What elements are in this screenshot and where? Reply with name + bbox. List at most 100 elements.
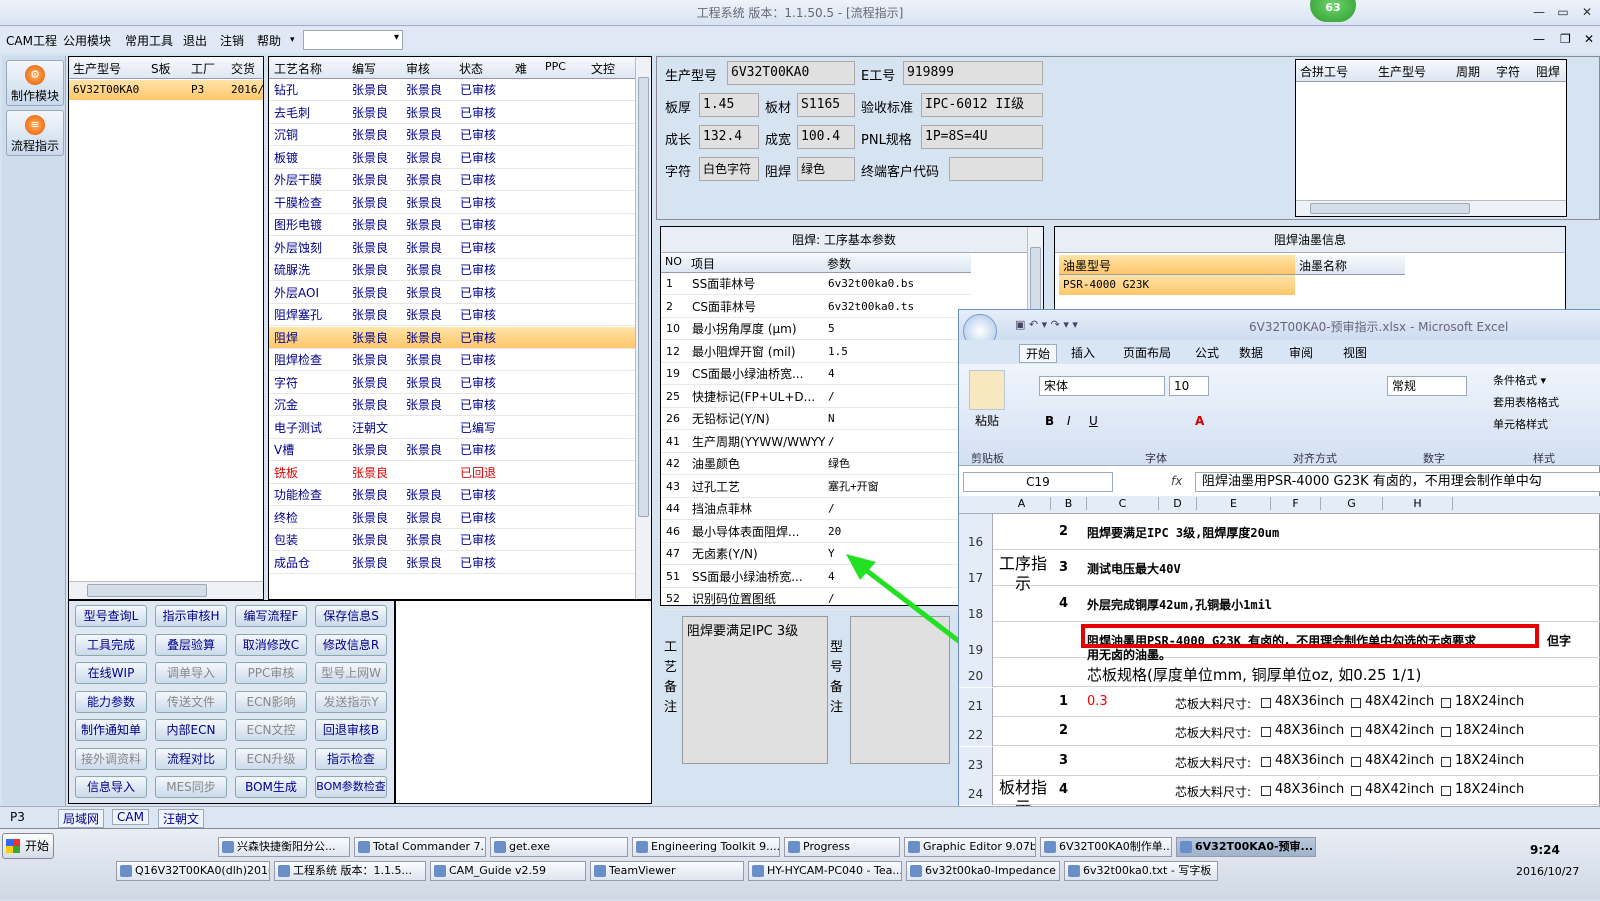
- mdi-min-button[interactable]: —: [1533, 32, 1545, 46]
- taskbar-item[interactable]: get.exe: [490, 837, 628, 857]
- column-header[interactable]: A: [993, 497, 1051, 510]
- taskbar-item[interactable]: Total Commander 7....: [354, 837, 486, 857]
- font-select[interactable]: 宋体: [1039, 376, 1165, 396]
- ribbon-tab[interactable]: 开始: [1019, 344, 1058, 363]
- checkbox[interactable]: [1351, 727, 1361, 737]
- action-button[interactable]: 在线WIP: [75, 662, 147, 684]
- number-format-select[interactable]: 常规: [1387, 376, 1467, 396]
- char-field[interactable]: 白色字符: [699, 157, 759, 181]
- taskbar-item[interactable]: 6v32t00ka0.txt - 写字板: [1064, 861, 1218, 881]
- table-row[interactable]: 钻孔 张景良 张景良 已审核: [269, 79, 635, 101]
- param-row[interactable]: 1 SS面菲林号 6v32t00ka0.bs: [661, 273, 971, 295]
- standard-field[interactable]: IPC-6012 II级: [921, 93, 1043, 117]
- col-item[interactable]: 项目: [691, 255, 715, 272]
- table-row[interactable]: 外层干膜 张景良 张景良 已审核: [269, 169, 635, 191]
- table-row[interactable]: 去毛刺 张景良 张景良 已审核: [269, 102, 635, 124]
- col-ink-name[interactable]: 油墨名称: [1299, 257, 1347, 274]
- underline-icon[interactable]: U: [1089, 414, 1098, 428]
- column-header[interactable]: G: [1321, 497, 1383, 510]
- action-button[interactable]: 能力参数: [75, 690, 147, 713]
- close-button[interactable]: ✕: [1578, 4, 1596, 20]
- size-select[interactable]: 10: [1169, 376, 1209, 396]
- status-cam[interactable]: CAM: [112, 809, 149, 825]
- menu-public[interactable]: 公用模块: [63, 32, 111, 49]
- table-row[interactable]: 成品仓 张景良 张景良 已审核: [269, 552, 635, 574]
- table-row[interactable]: 沉金 张景良 张景良 已审核: [269, 394, 635, 416]
- action-button[interactable]: 指示检查: [315, 747, 387, 770]
- action-button[interactable]: 修改信息R: [315, 633, 387, 656]
- maximize-button[interactable]: ▭: [1554, 4, 1572, 20]
- param-row[interactable]: 41 生产周期(YYWW/WWYY) /: [661, 431, 971, 453]
- menu-help[interactable]: 帮助: [257, 32, 281, 49]
- checkbox[interactable]: [1441, 727, 1451, 737]
- table-row[interactable]: 终检 张景良 张景良 已审核: [269, 507, 635, 529]
- action-button[interactable]: 取消修改C: [235, 633, 307, 656]
- name-box[interactable]: C19: [963, 472, 1113, 492]
- taskbar-item[interactable]: 6v32t00ka0-Impedance ...: [906, 861, 1060, 881]
- checkbox[interactable]: [1351, 697, 1361, 708]
- action-button[interactable]: 内部ECN: [155, 719, 227, 741]
- col-reviewer[interactable]: 审核: [406, 60, 430, 77]
- col-param[interactable]: 参数: [827, 255, 851, 272]
- model-field[interactable]: 6V32T00KA0: [727, 61, 855, 85]
- param-row[interactable]: 10 最小拐角厚度 (μm) 5: [661, 318, 971, 340]
- checkbox[interactable]: [1261, 727, 1271, 737]
- width-field[interactable]: 100.4: [797, 125, 855, 149]
- cell-style-button[interactable]: 单元格样式: [1493, 416, 1548, 432]
- ink-row[interactable]: PSR-4000 G23K: [1059, 275, 1295, 295]
- sheet-row[interactable]: 18 4 外层完成铜厚42um,孔铜最小1mil: [959, 586, 1600, 622]
- ribbon-tab[interactable]: 页面布局: [1123, 344, 1171, 361]
- conditional-format-button[interactable]: 条件格式 ▾: [1493, 372, 1546, 388]
- action-button[interactable]: 制作通知单: [75, 719, 147, 741]
- col-process[interactable]: 工艺名称: [274, 60, 322, 77]
- table-row[interactable]: 铣板 张景良 已回退: [269, 462, 635, 484]
- column-header[interactable]: C: [1087, 497, 1159, 510]
- checkbox[interactable]: [1261, 697, 1271, 708]
- fx-icon[interactable]: fx: [1171, 474, 1182, 488]
- taskbar-item[interactable]: Engineering Toolkit 9....: [632, 837, 780, 857]
- col-factory[interactable]: 工厂: [191, 60, 215, 77]
- col-merge-model[interactable]: 生产型号: [1378, 63, 1426, 80]
- sheet-row[interactable]: 20 芯板规格(厚度单位mm, 铜厚单位oz, 如0.25 1/1): [959, 658, 1600, 687]
- action-button[interactable]: 信息导入: [75, 776, 147, 798]
- menu-cam[interactable]: CAM工程: [6, 32, 57, 49]
- table-row[interactable]: 干膜检查 张景良 张景良 已审核: [269, 192, 635, 214]
- table-row[interactable]: 外层蚀刻 张景良 张景良 已审核: [269, 237, 635, 259]
- minimize-button[interactable]: —: [1530, 4, 1548, 20]
- action-button[interactable]: BOM参数检查: [315, 776, 387, 798]
- table-row[interactable]: 沉铜 张景良 张景良 已审核: [269, 124, 635, 146]
- menu-logout[interactable]: 注销: [220, 32, 244, 49]
- taskbar-item[interactable]: 兴森快捷衡阳分公...: [218, 837, 350, 857]
- checkbox[interactable]: [1441, 756, 1451, 767]
- checkbox[interactable]: [1351, 756, 1361, 767]
- col-s[interactable]: S板: [151, 60, 171, 77]
- col-doc[interactable]: 文控: [591, 60, 615, 77]
- sheet-row[interactable]: 23 3 芯板大料尺寸: 48X36inch 48X42inch 18X24inch: [959, 746, 1600, 776]
- soldermask-field[interactable]: 绿色: [797, 157, 855, 181]
- col-no[interactable]: NO: [665, 255, 682, 268]
- make-module-button[interactable]: ⚙ 制作模块: [6, 60, 64, 106]
- table-row[interactable]: V槽 张景良 张景良 已审核: [269, 439, 635, 461]
- column-header[interactable]: F: [1271, 497, 1321, 510]
- action-button[interactable]: BOM生成: [235, 776, 307, 798]
- taskbar-item[interactable]: 6V32T00KA0-预审...: [1176, 837, 1316, 857]
- param-row[interactable]: 19 CS面最小绿油桥宽... 4: [661, 363, 971, 385]
- module-select[interactable]: [303, 30, 403, 50]
- quick-access-icon[interactable]: ▣ ↶ ▾ ↷ ▾ ▾: [1015, 318, 1078, 331]
- table-row[interactable]: 阻焊塞孔 张景良 张景良 已审核: [269, 304, 635, 326]
- ribbon-tab[interactable]: 视图: [1343, 344, 1367, 361]
- checkbox[interactable]: [1261, 756, 1271, 767]
- menu-tools[interactable]: 常用工具: [125, 32, 173, 49]
- table-row[interactable]: 包装 张景良 张景良 已审核: [269, 529, 635, 551]
- action-button[interactable]: 指示审核H: [155, 605, 227, 627]
- table-row[interactable]: 阻焊检查 张景良 张景良 已审核: [269, 349, 635, 371]
- checkbox[interactable]: [1261, 786, 1271, 796]
- taskbar-item[interactable]: CAM_Guide v2.59: [430, 861, 586, 881]
- material-field[interactable]: S1165: [797, 93, 855, 117]
- bold-icon[interactable]: B: [1045, 414, 1054, 428]
- merge-hscroll[interactable]: [1296, 200, 1566, 216]
- col-difficulty[interactable]: 难: [515, 60, 527, 77]
- param-row[interactable]: 2 CS面菲林号 6v32t00ka0.ts: [661, 296, 971, 318]
- action-button[interactable]: 流程对比: [155, 747, 227, 770]
- font-color-icon[interactable]: A: [1195, 414, 1204, 428]
